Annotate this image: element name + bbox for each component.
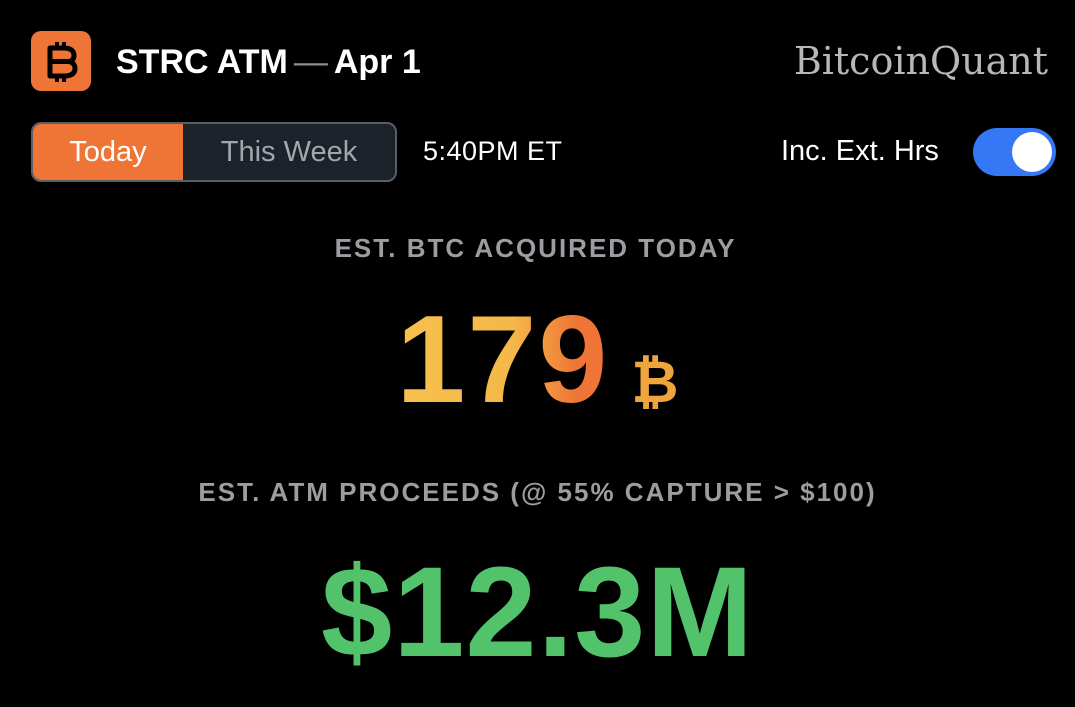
page-title: STRC ATM — Apr 1 [116,40,421,84]
tab-this-week[interactable]: This Week [183,124,395,180]
bitcoin-symbol-icon: ₿ [631,350,679,415]
tab-today[interactable]: Today [33,124,183,180]
ext-hours-label: Inc. Ext. Hrs [781,135,939,167]
atm-proceeds-value: $12.3M [321,541,754,684]
brand-logo: BitcoinQuant [793,39,1048,83]
btc-acquired-label: EST. BTC ACQUIRED TODAY [334,233,737,263]
title-text: STRC ATM [116,43,288,81]
btc-acquired-value-row: 179 ₿ [0,291,1075,429]
btc-acquired-value: 179 [396,291,610,429]
title-separator: — [293,43,328,81]
title-date: Apr 1 [333,43,421,81]
period-segmented-control: Today This Week [31,122,397,182]
atm-proceeds-label: EST. ATM PROCEEDS (@ 55% CAPTURE > $100) [198,477,877,507]
ext-hours-toggle[interactable] [973,128,1056,176]
toggle-knob [1012,132,1052,172]
bitcoin-icon [31,31,91,91]
timestamp: 5:40PM ET [423,136,563,166]
